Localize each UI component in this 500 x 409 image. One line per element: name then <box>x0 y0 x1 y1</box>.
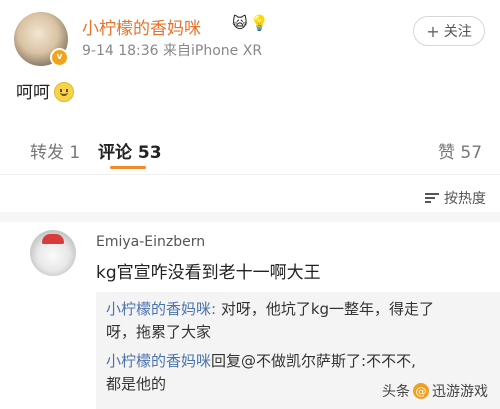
author-name[interactable]: 小柠檬的香妈咪 <box>82 14 201 39</box>
plus-icon: + <box>426 21 440 41</box>
sort-by-hot-button[interactable]: 按热度 <box>425 188 486 208</box>
scream-cat-emoji-icon: 🙀 <box>232 14 248 32</box>
post-meta: 9-14 18:36 来自iPhone XR <box>82 43 263 59</box>
watermark-name: 迅游游戏 <box>432 384 488 400</box>
reply-item[interactable]: 小柠檬的香妈咪回复@不做凯尔萨斯了:不不不, 都是他的 <box>106 350 416 396</box>
post-text: 呵呵 <box>16 78 74 103</box>
post-text-content: 呵呵 <box>16 83 50 103</box>
sort-label: 按热度 <box>444 191 486 207</box>
smile-emoji-icon <box>54 82 74 102</box>
active-tab-indicator <box>110 166 146 169</box>
sort-icon <box>425 192 439 204</box>
reply-author[interactable]: 小柠檬的香妈咪: <box>106 300 216 318</box>
reply-item[interactable]: 小柠檬的香妈咪: 对呀，他坑了kg一整年，得走了 呀，拖累了大家 <box>106 298 434 344</box>
tab-comments[interactable]: 评论 53 <box>98 138 162 163</box>
comment-text: kg官宣咋没看到老十一啊大王 <box>96 263 321 283</box>
commenter-name[interactable]: Emiya-Einzbern <box>96 234 205 250</box>
follow-label: 关注 <box>443 24 472 40</box>
lightbulb-emoji-icon: 💡 <box>250 14 269 32</box>
reply-text: 对呀，他坑了kg一整年，得走了 <box>216 300 435 318</box>
reply-text-continued: 都是他的 <box>106 375 167 393</box>
divider <box>0 174 500 175</box>
follow-button[interactable]: + 关注 <box>413 16 485 46</box>
avatar-cap-decoration <box>42 234 64 244</box>
watermark-prefix: 头条 <box>382 384 410 400</box>
verified-badge-icon: v <box>50 48 69 67</box>
at-icon: @ <box>413 383 429 399</box>
reply-text: 回复@不做凯尔萨斯了:不不不, <box>211 352 416 370</box>
tab-likes[interactable]: 赞 57 <box>438 138 482 163</box>
tab-reposts[interactable]: 转发 1 <box>30 138 80 163</box>
section-gap <box>0 212 500 222</box>
watermark: 头条 @ 迅游游戏 <box>382 381 488 401</box>
commenter-avatar[interactable] <box>30 230 76 276</box>
author-avatar[interactable]: v <box>14 12 69 67</box>
reply-author[interactable]: 小柠檬的香妈咪 <box>106 352 211 370</box>
reply-text-continued: 呀，拖累了大家 <box>106 323 212 341</box>
